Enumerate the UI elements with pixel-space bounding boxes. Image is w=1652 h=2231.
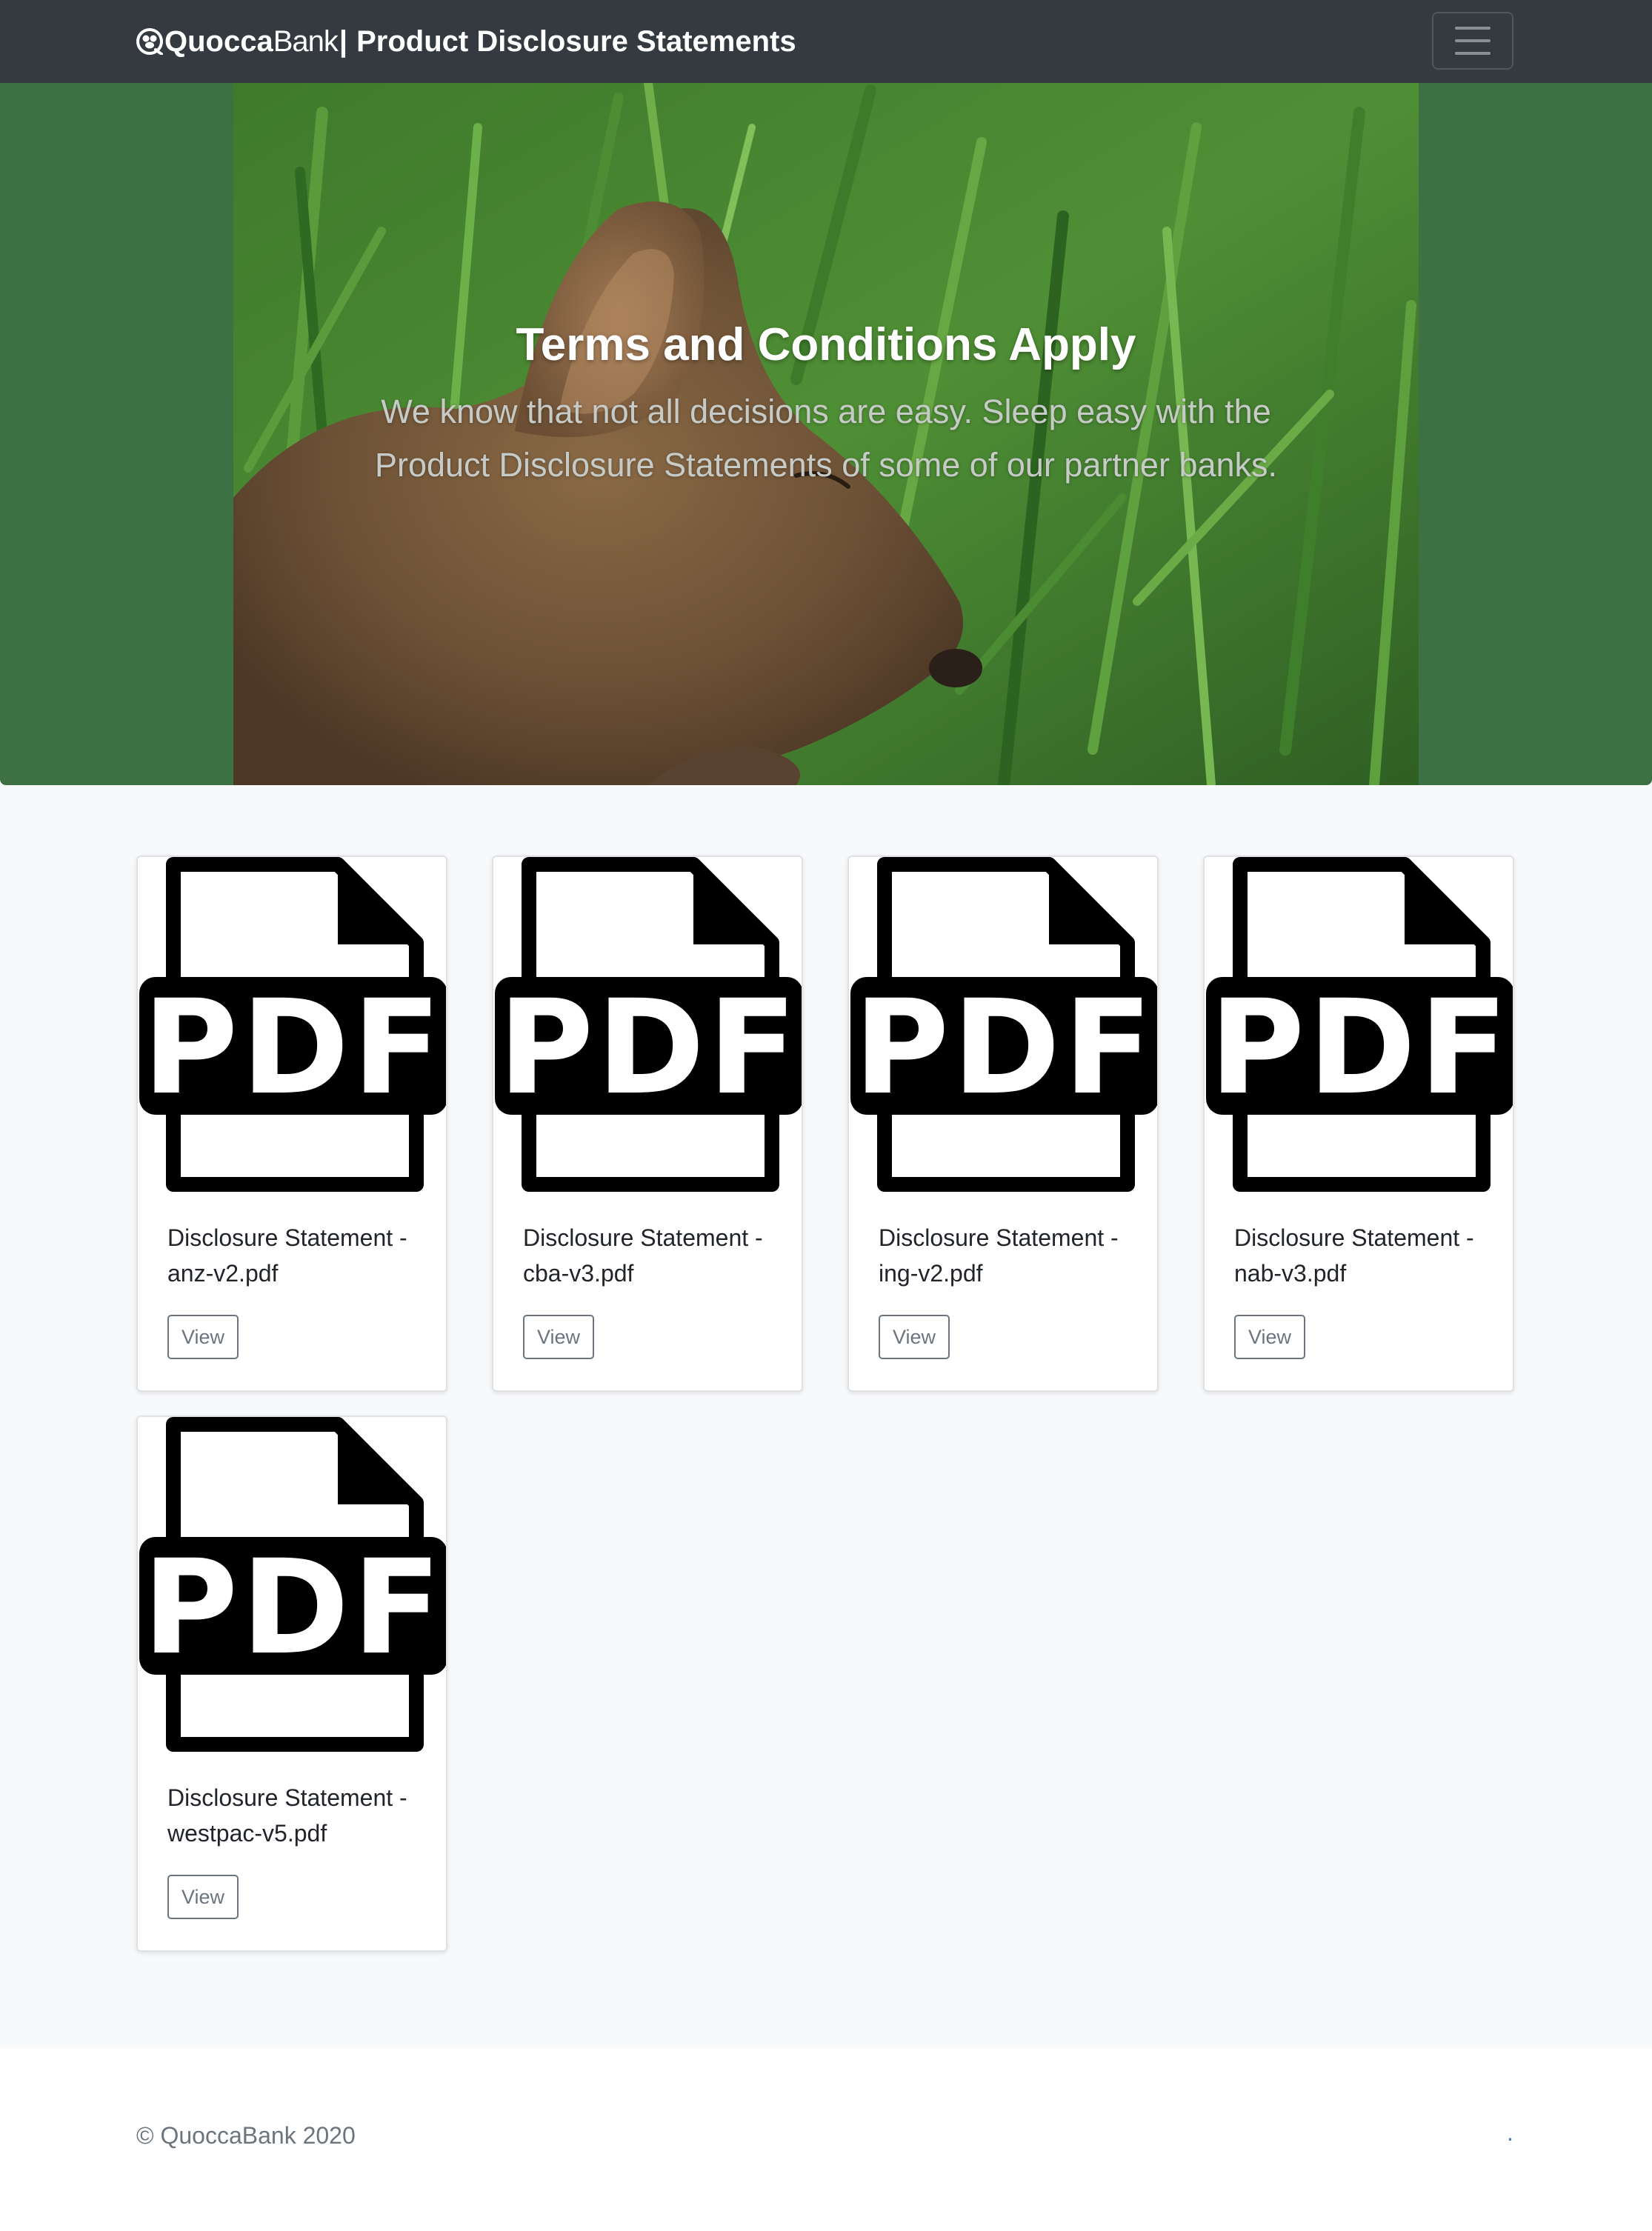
- brand-name-bank: Bank: [273, 24, 339, 58]
- pdf-file-icon: PDF: [850, 857, 1157, 1192]
- document-title: Disclosure Statement - nab-v3.pdf: [1234, 1224, 1474, 1287]
- view-button[interactable]: View: [879, 1315, 950, 1359]
- svg-text:PDF: PDF: [142, 972, 444, 1124]
- document-title: Disclosure Statement - cba-v3.pdf: [523, 1224, 763, 1287]
- pdf-file-icon: PDF: [1206, 857, 1513, 1192]
- hero-lead: We know that not all decisions are easy.…: [374, 393, 1278, 484]
- document-title: Disclosure Statement - anz-v2.pdf: [167, 1224, 407, 1287]
- hamburger-menu-icon: [1455, 27, 1491, 55]
- svg-text:PDF: PDF: [853, 972, 1155, 1124]
- footer: © QuoccaBank 2020 .: [0, 2048, 1652, 2231]
- document-title: Disclosure Statement - ing-v2.pdf: [879, 1224, 1119, 1287]
- hero-title: Terms and Conditions Apply: [516, 319, 1136, 370]
- pdf-file-icon: PDF: [495, 857, 802, 1192]
- navbar-toggler-button[interactable]: [1432, 12, 1513, 70]
- pdf-file-icon: PDF: [139, 857, 446, 1192]
- navbar-brand[interactable]: Quocca Bank | Product Disclosure Statemen…: [136, 0, 796, 83]
- svg-text:PDF: PDF: [142, 1532, 444, 1684]
- view-button[interactable]: View: [523, 1315, 594, 1359]
- pdf-file-icon: PDF: [139, 1417, 446, 1752]
- footer-copyright: © QuoccaBank 2020: [136, 2122, 356, 2149]
- view-button[interactable]: View: [167, 1875, 239, 1919]
- page-title: Product Disclosure Statements: [356, 24, 796, 58]
- brand-separator: |: [339, 24, 348, 58]
- document-card: PDF Disclosure Statement - westpac-v5.pd…: [136, 1415, 447, 1952]
- footer-link[interactable]: .: [1507, 2119, 1513, 2147]
- document-card: PDF Disclosure Statement - cba-v3.pdf Vi…: [492, 856, 803, 1392]
- brand-logo[interactable]: Quocca Bank: [136, 24, 339, 59]
- document-card: PDF Disclosure Statement - ing-v2.pdf Vi…: [847, 856, 1159, 1392]
- view-button[interactable]: View: [167, 1315, 239, 1359]
- hero-banner: Terms and Conditions Apply We know that …: [0, 83, 1652, 785]
- quokka-logo-icon: [136, 28, 163, 55]
- svg-text:PDF: PDF: [1209, 972, 1511, 1124]
- document-card: PDF Disclosure Statement - anz-v2.pdf Vi…: [136, 856, 447, 1392]
- svg-text:PDF: PDF: [498, 972, 799, 1124]
- brand-name-quocca: Quocca: [164, 24, 273, 58]
- navbar: Quocca Bank | Product Disclosure Statemen…: [0, 0, 1652, 83]
- view-button[interactable]: View: [1234, 1315, 1305, 1359]
- document-title: Disclosure Statement - westpac-v5.pdf: [167, 1784, 407, 1847]
- document-card: PDF Disclosure Statement - nab-v3.pdf Vi…: [1203, 856, 1514, 1392]
